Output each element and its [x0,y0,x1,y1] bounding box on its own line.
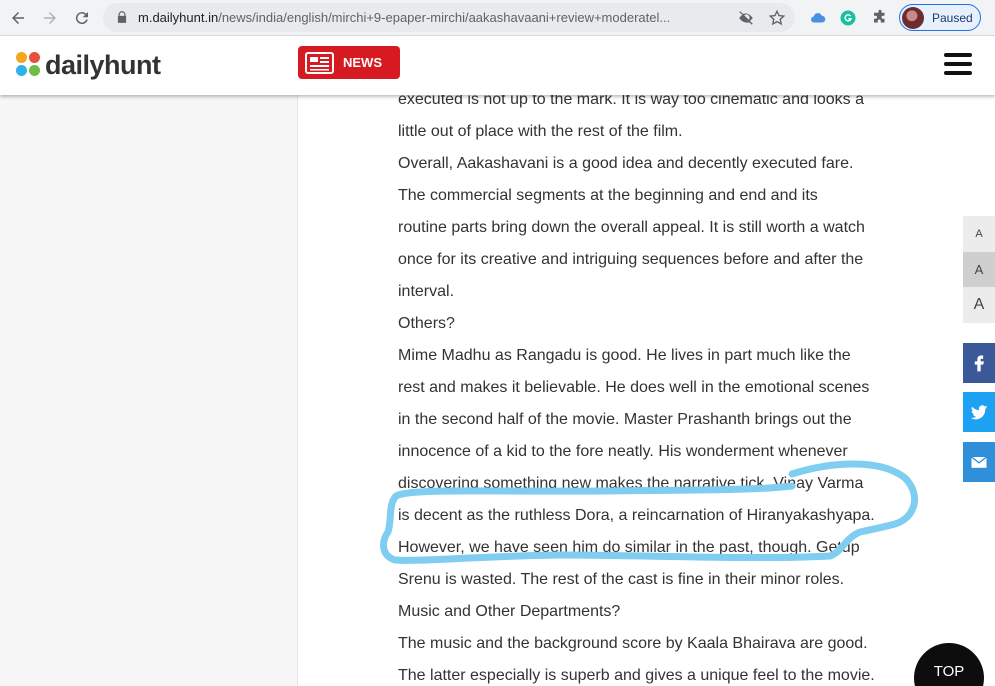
back-arrow-icon[interactable] [6,6,30,30]
email-share-button[interactable] [963,442,995,482]
article-line: Mime Madhu as Rangadu is good. He lives … [398,347,851,364]
reload-icon[interactable] [70,6,94,30]
cloud-extension-icon[interactable] [808,8,828,28]
dailyhunt-logo[interactable]: dailyhunt [16,48,161,82]
url-text: m.dailyhunt.in/news/india/english/mirchi… [138,10,671,25]
article-line: Srenu is wasted. The rest of the cast is… [398,571,845,588]
address-bar[interactable]: m.dailyhunt.in/news/india/english/mirchi… [103,3,795,32]
hamburger-menu-icon[interactable] [944,53,972,75]
profile-status: Paused [932,10,973,25]
font-size-panel: A A A [963,216,995,323]
article-line: interval. [398,283,455,300]
article-body: executed is not up to the mark. It is wa… [398,84,918,686]
twitter-icon [970,405,988,420]
article-line: The commercial segments at the beginning… [398,187,818,204]
article-line: little out of place with the rest of the… [398,123,683,140]
article-line: rest and makes it believable. He does we… [398,379,870,396]
eye-off-icon[interactable] [737,9,755,27]
twitter-share-button[interactable] [963,392,995,432]
article-line: discovering something new makes the narr… [398,475,864,492]
article-line: The music and the background score by Ka… [398,635,868,652]
forward-arrow-icon[interactable] [38,6,62,30]
font-size-small-button[interactable]: A [963,216,995,252]
avatar [902,6,924,29]
scroll-to-top-button[interactable]: TOP [914,643,984,686]
font-size-large-button[interactable]: A [963,287,995,323]
star-icon[interactable] [768,9,786,27]
article-line: The latter especially is superb and give… [398,667,875,684]
article-line: However, we have seen him do similar in … [398,539,860,556]
article-subheading: Music and Other Departments? [398,603,621,620]
article-line: Overall, Aakashavani is a good idea and … [398,155,854,172]
grammarly-icon[interactable] [838,8,858,28]
article-subheading: Others? [398,315,455,332]
browser-toolbar: m.dailyhunt.in/news/india/english/mirchi… [0,0,995,36]
profile-button[interactable]: Paused [899,4,981,31]
article-line: routine parts bring down the overall app… [398,219,865,236]
facebook-icon [974,355,984,372]
newspaper-icon [305,51,334,74]
news-button[interactable]: NEWS [298,46,400,79]
news-label: NEWS [343,55,382,70]
top-label: TOP [933,663,965,680]
article-line: once for its creative and intriguing seq… [398,251,864,268]
puzzle-extensions-icon[interactable] [870,8,890,28]
lock-icon [117,11,127,23]
email-icon [971,456,987,468]
site-header: dailyhunt NEWS [0,36,995,95]
article-line: is decent as the ruthless Dora, a reinca… [398,507,875,524]
logo-text: dailyhunt [45,49,161,80]
logo-mark-icon [16,52,42,78]
font-size-medium-button[interactable]: A [963,252,995,287]
article-line: in the second half of the movie. Master … [398,411,852,428]
left-sidebar [0,95,298,686]
article-line: innocence of a kid to the fore neatly. H… [398,443,848,460]
facebook-share-button[interactable] [963,343,995,383]
